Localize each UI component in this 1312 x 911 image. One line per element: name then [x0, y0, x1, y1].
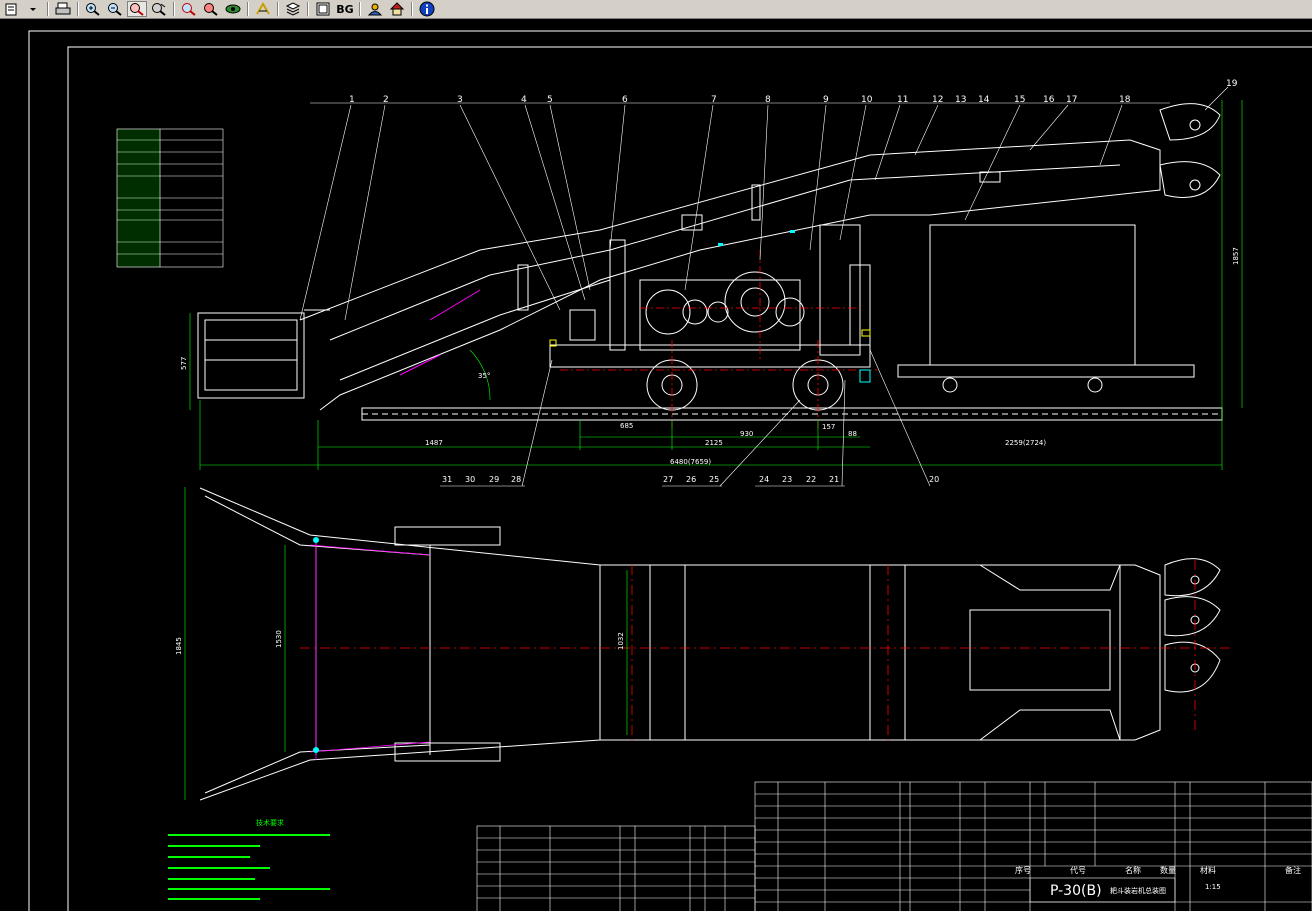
- home-icon[interactable]: [387, 1, 407, 17]
- measure-icon[interactable]: [253, 1, 273, 17]
- zoom-out-icon[interactable]: [105, 1, 125, 17]
- toolbar: BG: [0, 0, 1312, 19]
- balloon-21: 21: [829, 475, 839, 484]
- balloon-2: 2: [383, 95, 389, 105]
- bg-toggle-button[interactable]: BG: [335, 1, 355, 17]
- balloon-14: 14: [978, 95, 990, 105]
- dim-angle: 35°: [478, 372, 490, 380]
- dim-88: 88: [848, 430, 857, 438]
- model-icon[interactable]: [313, 1, 333, 17]
- col-remark: 备注: [1285, 865, 1301, 875]
- parts-list-text: 序号 代号 名称 数量 材料 备注 P-30(B) 耙斗装岩机总装图 1:15: [1015, 865, 1301, 899]
- plan-view-accents: [300, 537, 1230, 760]
- balloon-15: 15: [1014, 95, 1025, 105]
- cad-drawing-canvas[interactable]: 1 2 3 4 5 6 7 8 9 10 11 12 13 14 15 16 1…: [0, 19, 1312, 911]
- balloon-13: 13: [955, 95, 966, 105]
- pan-icon[interactable]: [149, 1, 169, 17]
- zoom-in-icon[interactable]: [83, 1, 103, 17]
- balloon-7: 7: [711, 95, 717, 105]
- notes-title: 技术要求: [256, 818, 284, 827]
- balloon-31: 31: [442, 475, 452, 484]
- toolbar-separator: [247, 2, 249, 16]
- dropdown-arrow-icon[interactable]: [23, 1, 43, 17]
- balloon-9: 9: [823, 95, 829, 105]
- toolbar-separator: [359, 2, 361, 16]
- dim-930: 930: [740, 430, 753, 438]
- rotate-view-icon[interactable]: [223, 1, 243, 17]
- balloon-8: 8: [765, 95, 771, 105]
- leader-lines-top: [299, 86, 1229, 321]
- toolbar-separator: [411, 2, 413, 16]
- col-name: 名称: [1125, 865, 1141, 875]
- info-icon[interactable]: [417, 1, 437, 17]
- balloon-10: 10: [861, 95, 873, 105]
- toolbar-separator: [277, 2, 279, 16]
- dimension-texts-plan: 1845 1530 1032: [175, 630, 625, 655]
- balloon-26: 26: [686, 475, 696, 484]
- title-scale: 1:15: [1205, 883, 1221, 891]
- parts-list-left: [476, 825, 756, 911]
- dim-157: 157: [822, 423, 835, 431]
- open-file-icon[interactable]: [1, 1, 21, 17]
- layers-icon[interactable]: [283, 1, 303, 17]
- balloon-22: 22: [806, 475, 816, 484]
- balloon-1: 1: [349, 95, 355, 105]
- balloons-bottom: 31 30 29 28 27 26 25 24 23 22 21 20: [442, 475, 939, 484]
- balloon-18: 18: [1119, 95, 1131, 105]
- balloons-top: 1 2 3 4 5 6 7 8 9 10 11 12 13 14 15 16 1…: [349, 79, 1238, 105]
- technical-notes: 技术要求: [168, 818, 330, 900]
- balloon-27: 27: [663, 475, 673, 484]
- balloon-4: 4: [521, 95, 527, 105]
- outer-frame: [28, 30, 1312, 911]
- side-view-machine: [197, 103, 1221, 411]
- ground-rail: [361, 407, 1223, 421]
- balloon-12: 12: [932, 95, 943, 105]
- bg-label: BG: [336, 2, 354, 16]
- dim-plan-inner: 1530: [275, 630, 283, 648]
- help-user-icon[interactable]: [365, 1, 385, 17]
- dim-overall: 6480(7659): [670, 458, 711, 466]
- zoom-extents-icon[interactable]: [179, 1, 199, 17]
- balloon-24: 24: [759, 475, 769, 484]
- dim-right: 2259(2724): [1005, 439, 1046, 447]
- balloon-23: 23: [782, 475, 792, 484]
- toolbar-separator: [173, 2, 175, 16]
- dim-height-left: 577: [180, 357, 188, 370]
- toolbar-separator: [47, 2, 49, 16]
- balloon-6: 6: [622, 95, 628, 105]
- dim-685: 685: [620, 422, 633, 430]
- toolbar-separator: [77, 2, 79, 16]
- col-qty: 数量: [1160, 865, 1176, 875]
- spec-table: [116, 128, 224, 268]
- dim-plan-width: 1845: [175, 637, 183, 655]
- balloon-20: 20: [929, 475, 939, 484]
- col-seq: 序号: [1015, 865, 1031, 875]
- dim-2125: 2125: [705, 439, 723, 447]
- balloon-16: 16: [1043, 95, 1055, 105]
- col-material: 材料: [1200, 865, 1216, 875]
- balloon-29: 29: [489, 475, 499, 484]
- dim-plan-mid: 1032: [617, 632, 625, 650]
- balloon-19: 19: [1226, 79, 1238, 89]
- balloon-25: 25: [709, 475, 719, 484]
- zoom-window-icon[interactable]: [127, 1, 147, 17]
- balloon-28: 28: [511, 475, 521, 484]
- zoom-previous-icon[interactable]: [201, 1, 221, 17]
- balloon-3: 3: [457, 95, 463, 105]
- balloon-11: 11: [897, 95, 908, 105]
- balloon-30: 30: [465, 475, 475, 484]
- title-subtitle: 耙斗装岩机总装图: [1110, 886, 1166, 895]
- toolbar-separator: [307, 2, 309, 16]
- balloon-5: 5: [547, 95, 553, 105]
- title-model: P-30(B): [1050, 883, 1102, 899]
- col-code: 代号: [1070, 865, 1086, 875]
- print-icon[interactable]: [53, 1, 73, 17]
- dim-height-right: 1857: [1232, 247, 1240, 265]
- parts-list-right: [754, 781, 1312, 911]
- balloon-17: 17: [1066, 95, 1077, 105]
- dim-1487: 1487: [425, 439, 443, 447]
- plan-view-machine: [199, 487, 1221, 801]
